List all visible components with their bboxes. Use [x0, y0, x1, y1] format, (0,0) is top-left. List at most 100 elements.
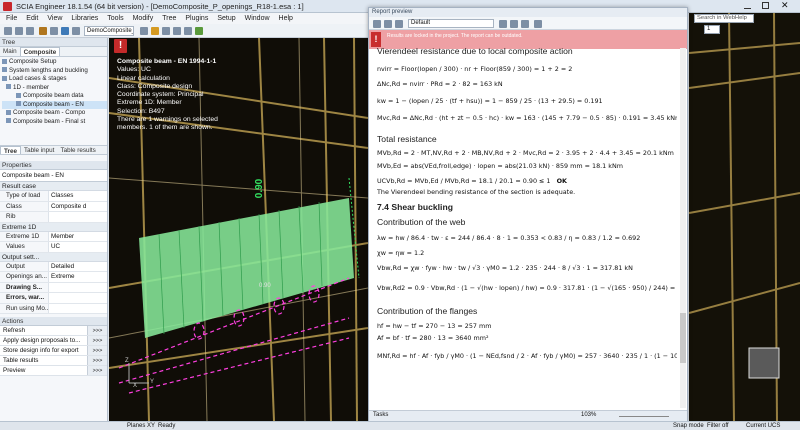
print-icon[interactable]: [384, 20, 392, 28]
redo-icon[interactable]: [50, 27, 58, 35]
tree-item[interactable]: Composite beam - Final st: [2, 118, 107, 127]
menu-item-window[interactable]: Window: [245, 15, 270, 22]
lock-icon[interactable]: [534, 20, 542, 28]
warning-icon: !: [371, 32, 381, 47]
tree-item-selected[interactable]: Composite beam - EN: [2, 100, 107, 109]
menu-item-modify[interactable]: Modify: [133, 15, 154, 22]
page-width-icon[interactable]: [499, 20, 507, 28]
tab-main[interactable]: Main: [0, 47, 20, 56]
info-overlay: Composite beam - EN 1994-1-1 Values: UC …: [117, 58, 218, 132]
settings-icon[interactable]: [395, 20, 403, 28]
grid-icon[interactable]: [184, 27, 192, 35]
report-document[interactable]: Vierendeel resistance due to local compo…: [377, 46, 677, 406]
maximize-icon[interactable]: [762, 2, 769, 9]
page-spin[interactable]: 1: [704, 25, 720, 34]
menu-item-tools[interactable]: Tools: [107, 15, 123, 22]
heading-total-resistance: Total resistance: [377, 134, 437, 144]
3d-viewport[interactable]: ! Composite beam - EN 1994-1-1 Values: U…: [109, 38, 368, 421]
warning-text: Results are locked in the project. The r…: [387, 33, 523, 39]
layers-icon[interactable]: [162, 27, 170, 35]
member-icon: [6, 84, 11, 90]
open-icon[interactable]: [15, 27, 23, 35]
menu-item-tree[interactable]: Tree: [162, 15, 176, 22]
action-store-design[interactable]: Store design info for export >>>: [0, 346, 107, 356]
action-apply-proposals[interactable]: Apply design proposals to... >>>: [0, 336, 107, 346]
prop-row[interactable]: Drawing S...: [0, 282, 107, 293]
style-combo[interactable]: Default: [408, 19, 494, 28]
page-icon[interactable]: [510, 20, 518, 28]
prop-row[interactable]: Output Detailed: [0, 261, 107, 272]
prop-row[interactable]: Run using Mo...: [0, 303, 107, 314]
tab-table-input[interactable]: Table input: [21, 146, 57, 154]
report-preview-window: Report preview Default ! Results are loc…: [368, 7, 688, 422]
tab-table-results[interactable]: Table results: [57, 146, 98, 154]
calc-icon[interactable]: [72, 27, 80, 35]
eq-nvirr: nvirr = Floor(lopen / 300) · nr + Floor(…: [377, 65, 573, 73]
beam-icon: [16, 92, 21, 98]
tree-item[interactable]: Composite beam data: [2, 92, 107, 101]
app-logo-icon: [3, 2, 12, 11]
menu-item-file[interactable]: File: [6, 15, 17, 22]
menu-item-libraries[interactable]: Libraries: [71, 15, 98, 22]
prop-row[interactable]: Extreme 1D Member: [0, 231, 107, 242]
eq-mvb-rd: MVb,Rd = 2 · MT,NV,Rd + 2 · MB,NV,Rd + 2…: [377, 149, 674, 157]
tasks-label[interactable]: Tasks: [373, 412, 388, 418]
tree-item[interactable]: Load cases & stages: [2, 75, 107, 84]
tab-tree[interactable]: Tree: [0, 146, 21, 155]
undo-icon[interactable]: [39, 27, 47, 35]
beam-icon: [6, 109, 11, 115]
render-icon[interactable]: [173, 27, 181, 35]
menu-item-setup[interactable]: Setup: [217, 15, 235, 22]
report-scrollbar[interactable]: [680, 48, 686, 408]
section-result-case[interactable]: Result case: [0, 182, 107, 191]
save-icon[interactable]: [26, 27, 34, 35]
new-icon[interactable]: [4, 27, 12, 35]
prop-row[interactable]: Rib: [0, 212, 107, 223]
length-icon: [2, 67, 7, 73]
prop-row[interactable]: Class Composite d: [0, 201, 107, 212]
prop-row[interactable]: Values UC: [0, 242, 107, 253]
print-icon[interactable]: [61, 27, 69, 35]
export-icon[interactable]: [373, 20, 381, 28]
view-icon[interactable]: [140, 27, 148, 35]
properties-selector[interactable]: Composite beam - EN: [0, 170, 107, 182]
model-combo[interactable]: DemoComposite_P: [84, 26, 134, 36]
action-preview[interactable]: Preview >>>: [0, 366, 107, 376]
action-refresh[interactable]: Refresh >>>: [0, 326, 107, 336]
eq-chi-w: χw = ηw = 1.2: [377, 249, 425, 257]
zoom-slider[interactable]: [619, 416, 669, 417]
eq-lambda-w: λw = hw / 86.4 · tw · ε = 244 / 86.4 · 8…: [377, 234, 641, 242]
scrollbar-thumb[interactable]: [680, 313, 686, 363]
eq-note: The Vierendeel bending resistance of the…: [377, 188, 576, 196]
menu-item-view[interactable]: View: [47, 15, 62, 22]
menu-item-help[interactable]: Help: [279, 15, 293, 22]
menu-item-plugins[interactable]: Plugins: [185, 15, 208, 22]
axis-y-label: Y: [150, 379, 155, 385]
tree-item[interactable]: Composite beam - Compo: [2, 109, 107, 118]
tree-item[interactable]: System lengths and buckling: [2, 67, 107, 76]
prop-row[interactable]: Errors, war...: [0, 293, 107, 304]
axis-x-label: X: [133, 383, 138, 389]
zoom-icon[interactable]: [521, 20, 529, 28]
results-icon[interactable]: [195, 27, 203, 35]
tree-list: Composite Setup System lengths and buckl…: [0, 57, 107, 145]
action-table-results[interactable]: Table results >>>: [0, 356, 107, 366]
toolbar: DemoComposite_P: [0, 24, 368, 38]
prop-row[interactable]: Type of load Classes: [0, 191, 107, 202]
right-viewport-area: [689, 13, 800, 422]
tree-item[interactable]: Composite Setup: [2, 58, 107, 67]
menu-item-edit[interactable]: Edit: [26, 15, 38, 22]
tab-composite[interactable]: Composite: [19, 47, 61, 56]
warning-icon[interactable]: !: [114, 39, 127, 53]
tree-item[interactable]: 1D - member: [2, 84, 107, 93]
section-extreme[interactable]: Extreme 1D: [0, 222, 107, 232]
section-output[interactable]: Output sett...: [0, 252, 107, 262]
eq-kw: kw = 1 − (lopen / 25 · (tf + hsu)) = 1 −…: [377, 97, 603, 105]
close-icon[interactable]: ✕: [781, 0, 789, 11]
prop-row[interactable]: Openings an... Extreme: [0, 272, 107, 283]
eq-af: Af = bf · tf = 280 · 13 = 3640 mm²: [377, 334, 489, 342]
report-toolbar: Default: [369, 17, 687, 30]
lock-icon[interactable]: [151, 27, 159, 35]
minimize-icon[interactable]: [744, 3, 751, 9]
search-webhelp-input[interactable]: Search in WebHelp: [694, 14, 754, 23]
